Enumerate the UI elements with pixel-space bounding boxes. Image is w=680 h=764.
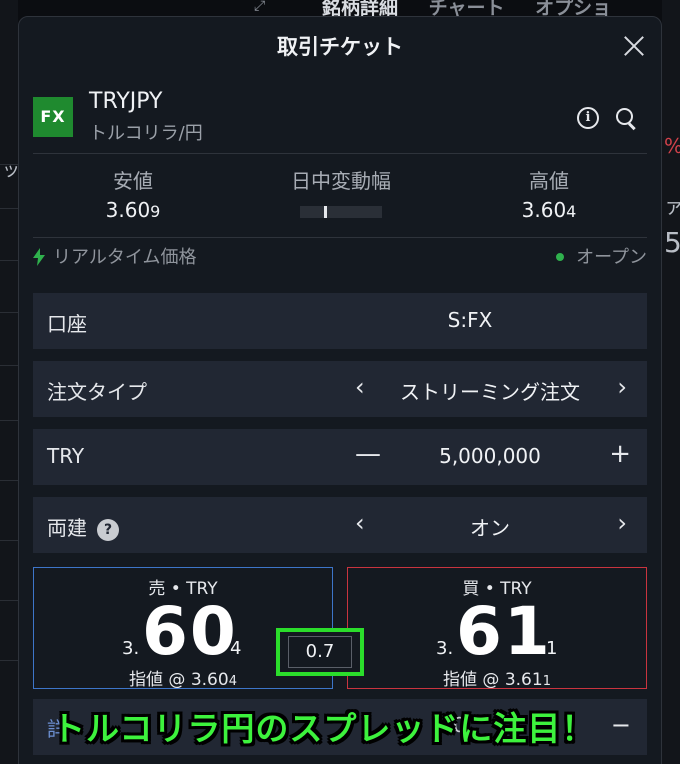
buy-price-suffix: 1	[546, 638, 558, 659]
sell-limit-small: 4	[228, 674, 237, 689]
background-right-fragment-3: 5	[664, 226, 680, 259]
chevron-left-icon[interactable]: ‹	[355, 509, 365, 537]
stat-low: 安値 3.609	[33, 165, 233, 222]
background-right-panel: % ァ 5	[662, 0, 680, 764]
sell-price-prefix: 3.	[122, 638, 140, 659]
annotation-caption: トルコリラ円のスプレッドに注目！	[52, 709, 596, 748]
background-left-panel: ッ	[0, 0, 20, 764]
tab-options[interactable]: オプショ	[535, 0, 611, 16]
hedge-row: 両建? ‹ オン ›	[33, 497, 647, 553]
account-label: 口座	[47, 312, 87, 336]
lightning-icon	[33, 248, 45, 266]
buy-limit-small: 1	[542, 674, 551, 689]
price-stats: 安値 3.609 日中変動幅 高値 3.604	[33, 165, 647, 235]
expand-icon[interactable]: ⤢	[254, 0, 276, 14]
info-icon[interactable]: i	[577, 107, 599, 129]
market-status: オープン	[556, 243, 647, 269]
background-right-fragment-2: ァ	[664, 194, 680, 218]
tab-chart[interactable]: チャート	[429, 0, 505, 16]
stat-high-value: 3.604	[449, 198, 649, 222]
market-status-label: オープン	[576, 247, 647, 268]
search-icon[interactable]	[615, 107, 637, 129]
increase-button[interactable]: +	[609, 439, 631, 469]
sell-price-big: 60	[142, 593, 238, 670]
stat-range: 日中変動幅	[241, 165, 441, 218]
stat-low-value: 3.609	[33, 198, 233, 222]
buy-price-prefix: 3.	[436, 638, 454, 659]
realtime-label: リアルタイム価格	[53, 247, 197, 268]
divider	[33, 153, 647, 154]
fx-badge: FX	[33, 97, 73, 137]
stat-low-small: 9	[150, 202, 161, 221]
sell-price-suffix: 4	[230, 638, 242, 659]
amount-label: TRY	[47, 444, 85, 468]
tab-details[interactable]: 銘柄詳細	[322, 0, 398, 16]
modal-title: 取引チケット	[277, 35, 403, 59]
instrument-header: FX TRYJPY トルコリラ/円 i	[33, 87, 647, 147]
range-indicator	[323, 206, 327, 218]
hedge-label-text: 両建	[47, 516, 87, 540]
stat-range-label: 日中変動幅	[291, 169, 391, 193]
order-type-value: ストリーミング注文	[400, 380, 580, 404]
chevron-left-icon[interactable]: ‹	[355, 373, 365, 401]
stat-high-small: 4	[566, 202, 577, 221]
stat-low-label: 安値	[113, 169, 153, 193]
stat-high-main: 3.60	[521, 198, 567, 222]
details-minus[interactable]: −	[611, 711, 631, 739]
sell-limit-main: 指値 @ 3.60	[129, 670, 229, 690]
buy-price-big: 61	[456, 593, 552, 670]
account-row[interactable]: 口座 S:FX	[33, 293, 647, 349]
divider	[33, 237, 647, 238]
chevron-right-icon[interactable]: ›	[617, 373, 627, 401]
order-type-label: 注文タイプ	[47, 380, 147, 404]
chevron-right-icon[interactable]: ›	[617, 509, 627, 537]
amount-input[interactable]: 5,000,000	[393, 444, 587, 468]
buy-button[interactable]: 買 • TRY 3. 61 1 指値 @ 3.611	[347, 567, 647, 690]
range-bar	[300, 206, 382, 218]
instrument-name: トルコリラ/円	[89, 123, 203, 144]
close-icon[interactable]	[623, 35, 645, 57]
stat-high: 高値 3.604	[449, 165, 649, 222]
spread-highlight: 0.7	[276, 628, 364, 676]
realtime-status: リアルタイム価格 オープン	[33, 243, 647, 269]
help-icon[interactable]: ?	[97, 519, 119, 541]
order-type-row: 注文タイプ ‹ ストリーミング注文 ›	[33, 361, 647, 417]
hedge-label: 両建?	[47, 512, 119, 541]
background-right-fragment-1: %	[664, 134, 680, 158]
buy-limit-main: 指値 @ 3.61	[443, 670, 543, 690]
instrument-symbol: TRYJPY	[89, 89, 163, 114]
stat-high-label: 高値	[529, 169, 569, 193]
spread-value: 0.7	[288, 636, 352, 668]
account-value: S:FX	[447, 308, 493, 332]
buy-price: 3. 61 1	[348, 593, 646, 670]
modal-header: 取引チケット	[19, 17, 661, 75]
stat-low-main: 3.60	[105, 198, 151, 222]
background-tabs: 銘柄詳細 チャート オプショ	[322, 0, 680, 16]
decrease-button[interactable]: —	[355, 439, 381, 469]
hedge-value: オン	[470, 516, 510, 540]
status-dot-icon	[556, 253, 565, 261]
amount-row: TRY — 5,000,000 +	[33, 429, 647, 485]
